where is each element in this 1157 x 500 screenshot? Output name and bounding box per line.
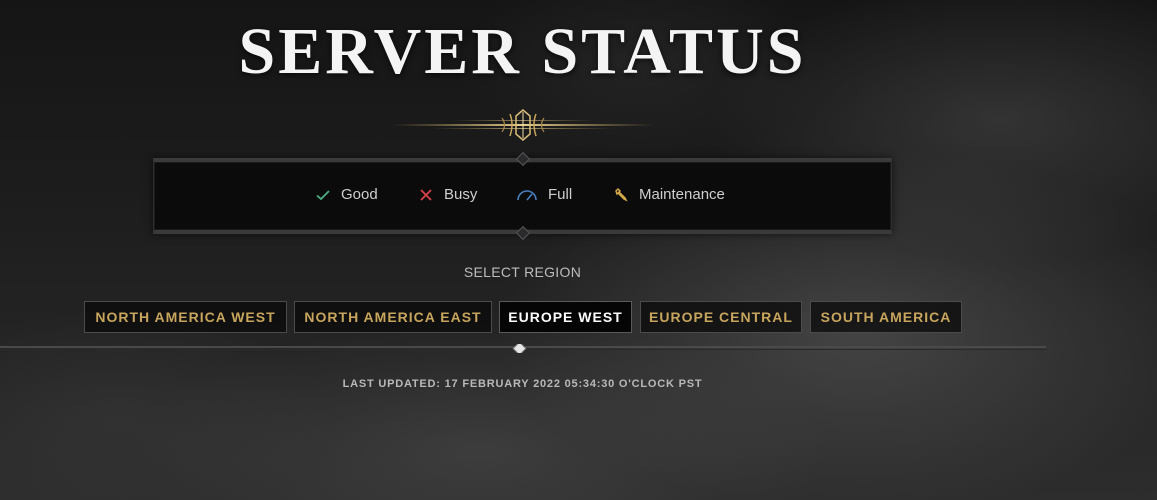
- legend-label-full: Full: [548, 186, 573, 203]
- status-legend: Good Busy Full Maintenance: [153, 151, 892, 241]
- page-title: SERVER STATUS: [238, 15, 807, 88]
- legend-label-busy: Busy: [444, 186, 478, 203]
- select-region-label: SELECT REGION: [463, 264, 582, 280]
- section-divider: [0, 344, 1046, 353]
- region-north-america-west-button[interactable]: NORTH AMERICA WEST: [84, 301, 287, 333]
- region-south-america-button[interactable]: SOUTH AMERICA: [810, 301, 962, 333]
- legend-item-good: Good: [315, 186, 378, 203]
- legend-bottom-diamond: [515, 225, 531, 241]
- region-europe-west-button[interactable]: EUROPE WEST: [499, 301, 632, 333]
- title-ornament: [392, 109, 654, 141]
- region-europe-central-button[interactable]: EUROPE CENTRAL: [640, 301, 802, 333]
- wrench-icon: [613, 187, 629, 203]
- legend-label-good: Good: [341, 186, 378, 203]
- legend-top-diamond: [515, 151, 531, 167]
- legend-item-busy: Busy: [418, 186, 477, 203]
- region-north-america-east-button[interactable]: NORTH AMERICA EAST: [294, 301, 492, 333]
- last-updated-text: LAST UPDATED: 17 FEBRUARY 2022 05:34:30 …: [342, 378, 703, 390]
- x-icon: [418, 187, 434, 203]
- gauge-icon: [516, 187, 538, 203]
- check-icon: [315, 187, 331, 203]
- legend-item-maintenance: Maintenance: [613, 186, 725, 203]
- legend-item-full: Full: [516, 186, 572, 203]
- legend-label-maintenance: Maintenance: [639, 186, 725, 203]
